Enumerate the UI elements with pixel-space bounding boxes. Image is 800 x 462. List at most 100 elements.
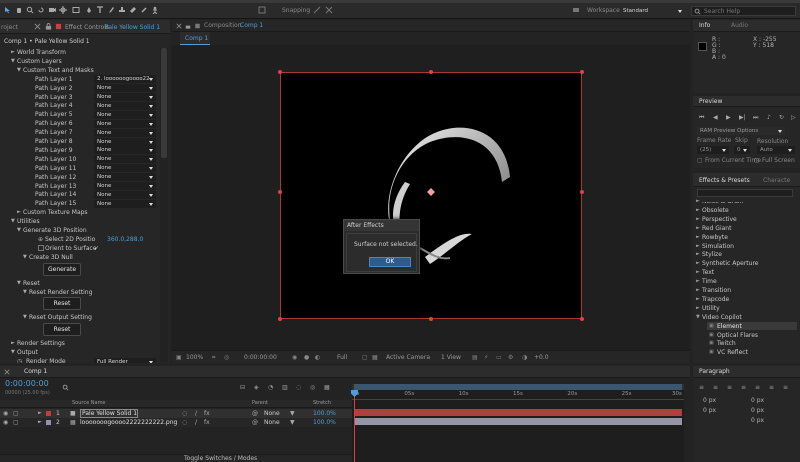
utilities-toggle-icon[interactable]: ▼ — [11, 217, 15, 226]
shy-switch-icon[interactable]: ◌ — [182, 418, 187, 427]
search-icon[interactable] — [62, 384, 69, 391]
category-toggle-icon[interactable]: ► — [696, 295, 700, 304]
reset-render-setting-toggle-icon[interactable]: ▼ — [23, 288, 27, 297]
stretch-value[interactable]: 100.0% — [313, 418, 336, 427]
path-layer-select[interactable]: None — [94, 119, 156, 128]
views-select[interactable]: 1 View — [441, 353, 461, 362]
effect-category[interactable]: Time — [702, 277, 717, 286]
comp-canvas[interactable] — [278, 70, 584, 321]
ec-item-1-toggle-icon[interactable]: ▼ — [11, 57, 15, 66]
project-tab-stub[interactable]: roject — [1, 23, 18, 32]
effect-category[interactable]: Synthetic Aperture — [702, 259, 759, 268]
path-layer-select[interactable]: None — [94, 137, 156, 146]
type-tool-icon[interactable] — [96, 6, 104, 14]
comp-mini-flowchart-icon[interactable]: ⊟ — [240, 383, 245, 392]
playhead-icon[interactable] — [351, 390, 358, 397]
effect-controls-tab-layer[interactable]: Pale Yellow Solid 1 — [105, 23, 160, 32]
frame-rate-select[interactable]: (25) — [697, 146, 729, 154]
selection-tool-icon[interactable] — [4, 6, 12, 14]
layer-handle[interactable] — [429, 317, 433, 321]
skip-input[interactable]: 0 — [734, 146, 750, 154]
timeline-tab[interactable]: Comp 1 — [24, 367, 47, 376]
first-frame-icon[interactable]: ⏮ — [699, 113, 704, 122]
source-name-header[interactable]: Source Name — [72, 399, 106, 408]
layer-handle[interactable] — [278, 190, 282, 194]
layer-row[interactable]: ◉ ▢ ► 2 ▦ looooooogoooo2222222222.png ◌ / fx @ Non… — [0, 418, 352, 427]
justify-all-icon[interactable]: ≡ — [783, 383, 788, 392]
stretch-value[interactable]: 100.0% — [313, 409, 336, 418]
category-toggle-icon[interactable]: ► — [696, 224, 700, 233]
collapse-switch-icon[interactable]: / — [195, 409, 197, 418]
shy-icon[interactable]: ◔ — [268, 383, 273, 392]
zoom-tool-icon[interactable] — [26, 6, 34, 14]
flowchart-icon[interactable]: ⚙ — [508, 353, 513, 362]
custom-texture-maps-toggle-icon[interactable]: ► — [17, 208, 21, 217]
category-toggle-icon[interactable]: ► — [696, 206, 700, 215]
path-layer-select[interactable]: None — [94, 146, 156, 155]
space-after-value[interactable]: 0 px — [751, 416, 764, 425]
parent-dropdown-icon[interactable]: ▼ — [290, 418, 295, 427]
exposure-icon[interactable]: ◑ — [522, 353, 527, 362]
comp-timecode[interactable]: 0:00:00:00 — [244, 353, 277, 362]
scrollbar-thumb[interactable] — [161, 48, 167, 158]
reset-output-setting-toggle-icon[interactable]: ▼ — [23, 313, 27, 322]
effect-controls-scrollbar[interactable] — [160, 48, 168, 362]
ram-preview-options-select[interactable]: RAM Preview Options — [697, 127, 785, 135]
layer-handle[interactable] — [278, 317, 282, 321]
parent-dropdown-icon[interactable]: ▼ — [290, 409, 295, 418]
path-layer-select[interactable]: None — [94, 101, 156, 110]
time-ruler[interactable]: 0s05s10s15s20s25s30s — [352, 390, 684, 400]
loop-icon[interactable]: ↻ — [779, 113, 784, 122]
transparency-grid-icon[interactable]: ▦ — [372, 353, 378, 362]
play-icon[interactable]: ▶ — [726, 113, 731, 122]
frame-blending-icon[interactable]: ▥ — [282, 383, 288, 392]
generate-3d-position-toggle-icon[interactable]: ▼ — [17, 226, 21, 235]
audio-tab[interactable]: Audio — [731, 21, 748, 30]
close-icon[interactable] — [34, 23, 41, 30]
category-toggle-icon[interactable]: ► — [696, 268, 700, 277]
workspace-icon[interactable] — [572, 6, 580, 14]
from-current-checkbox[interactable]: ▢ — [697, 156, 703, 165]
ec-item-2-toggle-icon[interactable]: ▼ — [17, 66, 21, 75]
ok-button[interactable]: OK — [369, 257, 411, 267]
effect-category[interactable]: Simulation — [702, 242, 734, 251]
paragraph-tab[interactable]: Paragraph — [699, 367, 730, 376]
effects-search-input[interactable] — [697, 189, 793, 197]
hand-tool-icon[interactable] — [15, 6, 23, 14]
effect-category[interactable]: Rowbyte — [702, 233, 728, 242]
category-toggle-icon[interactable]: ► — [696, 286, 700, 295]
camera-select[interactable]: Active Camera — [386, 353, 430, 362]
next-frame-icon[interactable]: ▶| — [739, 113, 746, 122]
character-tab[interactable]: Characte — [763, 176, 790, 185]
path-layer-select[interactable]: None — [94, 128, 156, 137]
layer-duration-bar[interactable] — [354, 409, 682, 416]
effect-controls-tab-label[interactable]: Effect Controls — [65, 23, 109, 32]
reset-group-toggle-icon[interactable]: ▼ — [17, 279, 21, 288]
justify-center-icon[interactable]: ≡ — [755, 383, 760, 392]
shy-switch-icon[interactable]: ◌ — [182, 409, 187, 418]
select-2d-position-value[interactable]: 360.0,288.0 — [107, 235, 143, 244]
snap-icon-1[interactable] — [313, 6, 321, 14]
layer-expand-icon[interactable]: ► — [38, 418, 42, 427]
region-of-interest-icon[interactable]: ▢ — [362, 353, 368, 362]
composition-tab-name[interactable]: Comp 1 — [240, 21, 263, 30]
resolution-select[interactable]: Full — [337, 353, 347, 362]
composition-tab-label[interactable]: Composition — [204, 21, 241, 30]
layer-label-color[interactable] — [46, 420, 51, 425]
parent-select[interactable]: None — [264, 418, 280, 427]
last-frame-icon[interactable]: ⏭ — [753, 113, 758, 122]
reset-output-button[interactable]: Reset — [43, 323, 81, 337]
layer-label-color[interactable] — [46, 411, 51, 416]
layer-name[interactable]: looooooogoooo2222222222.png — [80, 418, 177, 427]
first-line-value[interactable]: 0 px — [703, 406, 716, 415]
layer-name[interactable]: Pale Yellow Solid 1 — [80, 409, 139, 418]
camera-tool-icon[interactable] — [48, 6, 56, 14]
preview-tab[interactable]: Preview — [699, 97, 722, 106]
generate-button[interactable]: Generate — [43, 262, 81, 276]
orient-checkmark[interactable]: ✓ — [94, 244, 99, 253]
eraser-tool-icon[interactable] — [129, 6, 137, 14]
timeline-timecode[interactable]: 0:00:00:00 — [5, 379, 49, 389]
comp-subtab[interactable]: Comp 1 — [180, 32, 210, 45]
rotate-tool-icon[interactable] — [37, 6, 45, 14]
layer-handle[interactable] — [429, 70, 433, 74]
